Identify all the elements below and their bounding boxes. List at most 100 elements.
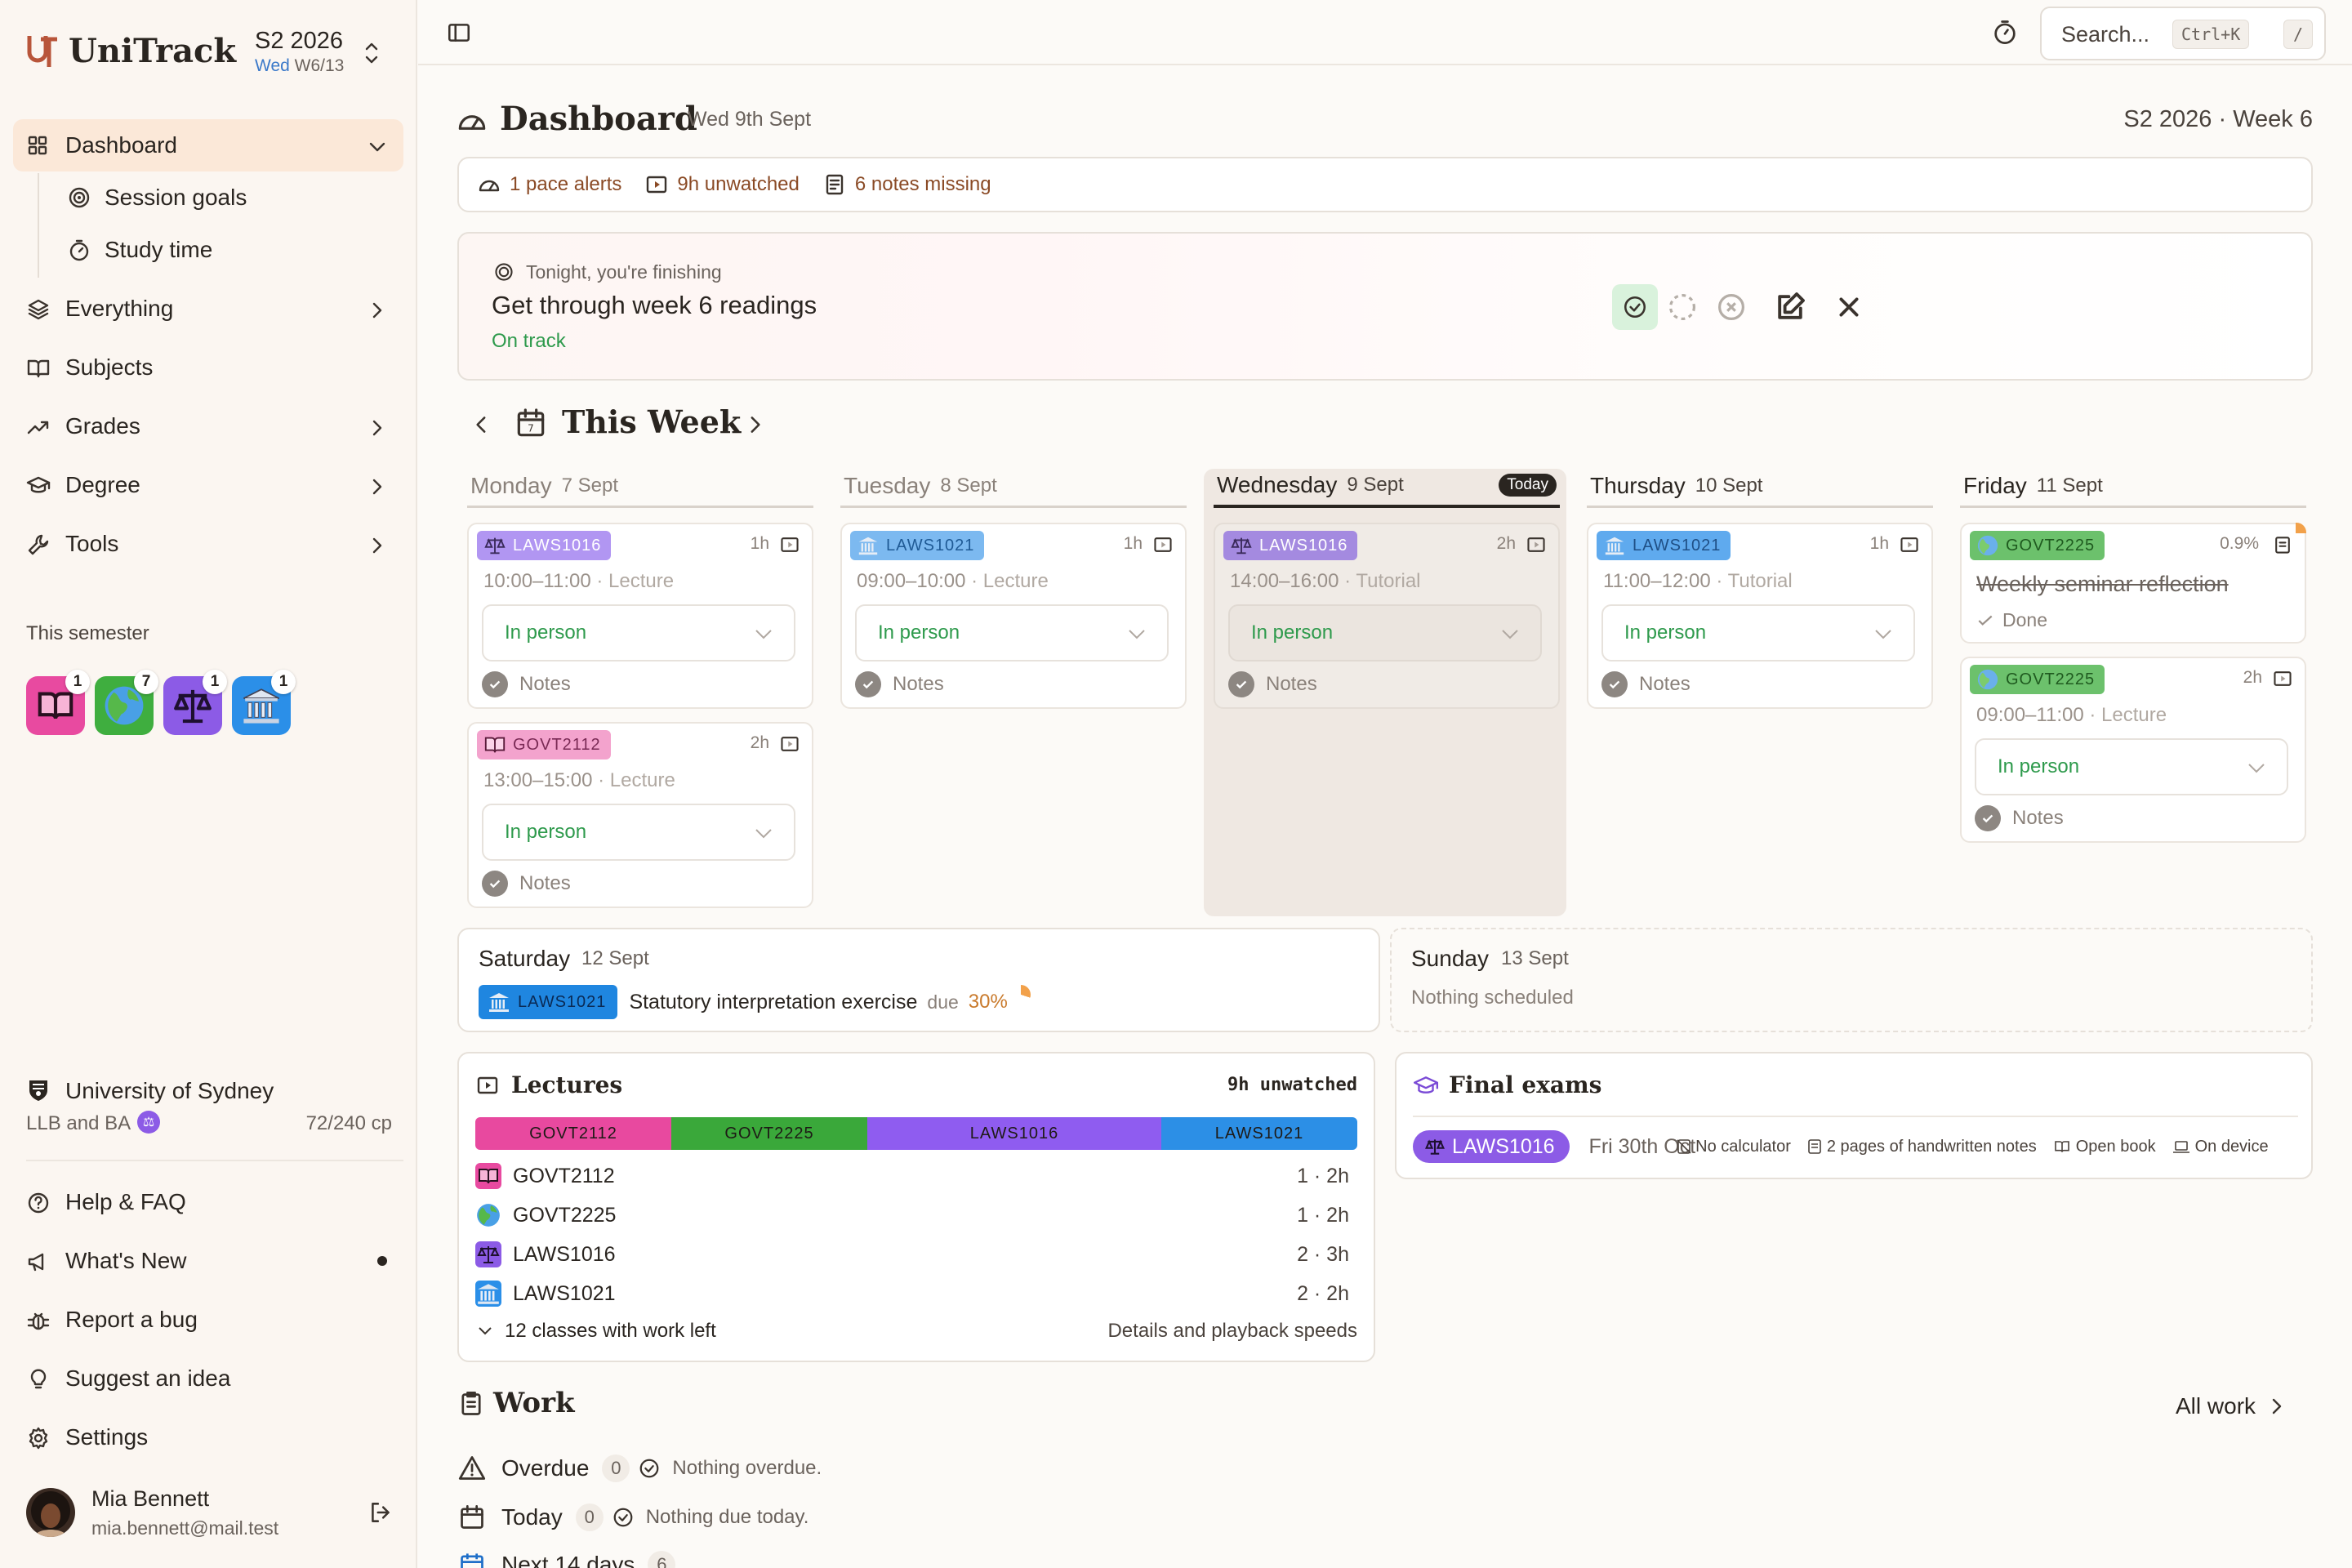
attendance-select[interactable]: In person — [482, 604, 795, 662]
calendar-range-icon — [457, 1551, 487, 1568]
nav-help[interactable]: Help & FAQ — [13, 1176, 403, 1228]
sidebar-toggle-icon[interactable] — [446, 20, 472, 46]
lecture-row[interactable]: LAWS1021 2 · 2h — [475, 1274, 1349, 1313]
notes-checkbox[interactable]: Notes — [1228, 671, 1317, 697]
subject-chip[interactable]: 1 — [26, 670, 90, 735]
work-next-count: 6 — [648, 1551, 676, 1568]
session-switcher[interactable]: S2 2026 Wed W6/13 — [255, 28, 394, 80]
university-card[interactable]: University of Sydney LLB and BA ⚖ 72/240… — [26, 1075, 392, 1140]
lecture-row[interactable]: GOVT2225 1 · 2h — [475, 1196, 1349, 1235]
nav-subjects[interactable]: Subjects — [13, 341, 403, 394]
class-card[interactable]: GOVT2112 2h 13:00–15:00 · Lecture In per… — [467, 722, 813, 908]
nav-everything[interactable]: Everything — [13, 283, 403, 335]
subject-chip[interactable]: 1 — [163, 670, 227, 735]
video-icon — [644, 172, 669, 197]
work-next-row[interactable]: Next 14 days 6 — [457, 1547, 688, 1568]
today-badge: Today — [1499, 474, 1557, 497]
attendance-select[interactable]: In person — [1975, 738, 2288, 795]
nav-settings[interactable]: Settings — [13, 1411, 403, 1463]
attendance-select[interactable]: In person — [1228, 604, 1542, 662]
edit-goal-button[interactable] — [1771, 287, 1810, 327]
mark-partial-button[interactable] — [1663, 287, 1702, 327]
nav-suggest-label: Suggest an idea — [65, 1365, 231, 1391]
classes-work-left-toggle[interactable]: 12 classes with work left — [475, 1320, 716, 1343]
attendance-select[interactable]: In person — [855, 604, 1169, 662]
notes-label: Notes — [519, 673, 571, 695]
next-week-button[interactable] — [742, 412, 768, 438]
class-card[interactable]: LAWS1016 2h 14:00–16:00 · Tutorial In pe… — [1214, 523, 1560, 709]
nav-grades[interactable]: Grades — [13, 400, 403, 452]
user-card[interactable]: Mia Bennett mia.bennett@mail.test — [26, 1481, 394, 1547]
attendance-select[interactable]: In person — [1601, 604, 1915, 662]
day-header: Thursday 10 Sept — [1587, 466, 1933, 508]
work-overdue-label: Overdue — [501, 1455, 590, 1481]
scales-icon — [1424, 1136, 1446, 1157]
notes-checkbox[interactable]: Notes — [482, 671, 571, 697]
recording-icon[interactable] — [1899, 534, 1920, 555]
subject-chip[interactable]: 1 — [232, 670, 296, 735]
saturday-task[interactable]: LAWS1021 Statutory interpretation exerci… — [479, 985, 1031, 1019]
class-card[interactable]: LAWS1021 1h 11:00–12:00 · Tutorial In pe… — [1587, 523, 1933, 709]
recording-icon[interactable] — [2272, 668, 2293, 689]
subject-code: LAWS1016 — [1259, 536, 1348, 555]
mark-missed-button[interactable] — [1712, 287, 1751, 327]
pace-alert[interactable]: 1 pace alerts — [477, 172, 621, 197]
check-icon — [1978, 615, 1993, 626]
gauge-icon — [456, 105, 488, 137]
notes-checkbox[interactable]: Notes — [1975, 805, 2064, 831]
search-button[interactable]: Search... Ctrl+K / — [2040, 7, 2326, 60]
trending-up-icon — [26, 415, 51, 439]
timer-icon[interactable] — [1991, 18, 2019, 46]
clipboard-icon — [457, 1390, 485, 1418]
recording-icon[interactable] — [779, 534, 800, 555]
target-icon — [67, 185, 91, 210]
recording-icon[interactable] — [1526, 534, 1547, 555]
close-goal-button[interactable] — [1829, 287, 1869, 327]
nav-session-goals[interactable]: Session goals — [67, 173, 247, 222]
attendance-select[interactable]: In person — [482, 804, 795, 861]
unwatched-alert[interactable]: 9h unwatched — [644, 172, 800, 197]
mark-done-button[interactable] — [1612, 284, 1658, 330]
lecture-row[interactable]: LAWS1016 2 · 3h — [475, 1235, 1349, 1274]
day-date: 10 Sept — [1695, 474, 1763, 497]
search-placeholder: Search... — [2061, 22, 2150, 47]
day-name: Friday — [1963, 472, 2027, 498]
nav-degree[interactable]: Degree — [13, 459, 403, 511]
notes-checkbox[interactable]: Notes — [1601, 671, 1690, 697]
nav-tools[interactable]: Tools — [13, 518, 403, 570]
details-link[interactable]: Details and playback speeds — [1107, 1320, 1357, 1343]
notes-icon — [1807, 1138, 1822, 1155]
class-card[interactable]: LAWS1021 1h 09:00–10:00 · Lecture In per… — [840, 523, 1187, 709]
notes-alert[interactable]: 6 notes missing — [822, 172, 991, 197]
all-work-link[interactable]: All work — [2176, 1393, 2288, 1419]
exam-row[interactable]: LAWS1016 Fri 30th Oct No calculator 2 pa… — [1413, 1129, 2298, 1165]
exams-panel: Final exams LAWS1016 Fri 30th Oct No cal… — [1395, 1052, 2313, 1179]
day-name: Wednesday — [1217, 472, 1338, 497]
prev-week-button[interactable] — [469, 412, 495, 438]
work-today-row[interactable]: Today 0 Nothing due today. — [457, 1499, 808, 1535]
logout-icon[interactable] — [368, 1499, 394, 1526]
class-type: Lecture — [609, 769, 675, 791]
work-overdue-row[interactable]: Overdue 0 Nothing overdue. — [457, 1450, 822, 1486]
app-logo[interactable]: UniTrack — [24, 31, 236, 70]
book-icon — [475, 1163, 501, 1189]
grid-icon — [26, 134, 49, 157]
nav-whats-new[interactable]: What's New — [13, 1235, 403, 1287]
notes-checkbox[interactable]: Notes — [482, 871, 571, 897]
class-type: Lecture — [2101, 704, 2167, 726]
class-card[interactable]: GOVT2225 2h 09:00–11:00 · Lecture In per… — [1960, 657, 2306, 843]
task-card[interactable]: GOVT2225 0.9% Weekly seminar reflection … — [1960, 523, 2306, 644]
subject-code: LAWS1021 — [886, 536, 975, 555]
nav-suggest[interactable]: Suggest an idea — [13, 1352, 403, 1405]
nav-study-time[interactable]: Study time — [67, 225, 212, 274]
recording-icon[interactable] — [1152, 534, 1174, 555]
lecture-row[interactable]: GOVT2112 1 · 2h — [475, 1156, 1349, 1196]
class-card[interactable]: LAWS1016 1h 10:00–11:00 · Lecture In per… — [467, 523, 813, 709]
nav-report-bug[interactable]: Report a bug — [13, 1294, 403, 1346]
recording-icon[interactable] — [779, 733, 800, 755]
nav-dashboard[interactable]: Dashboard — [13, 119, 403, 172]
notes-checkbox[interactable]: Notes — [855, 671, 944, 697]
subject-chip[interactable]: 7 — [95, 670, 158, 735]
subject-tag: LAWS1016 — [477, 531, 612, 560]
chevron-down-icon — [755, 829, 772, 839]
